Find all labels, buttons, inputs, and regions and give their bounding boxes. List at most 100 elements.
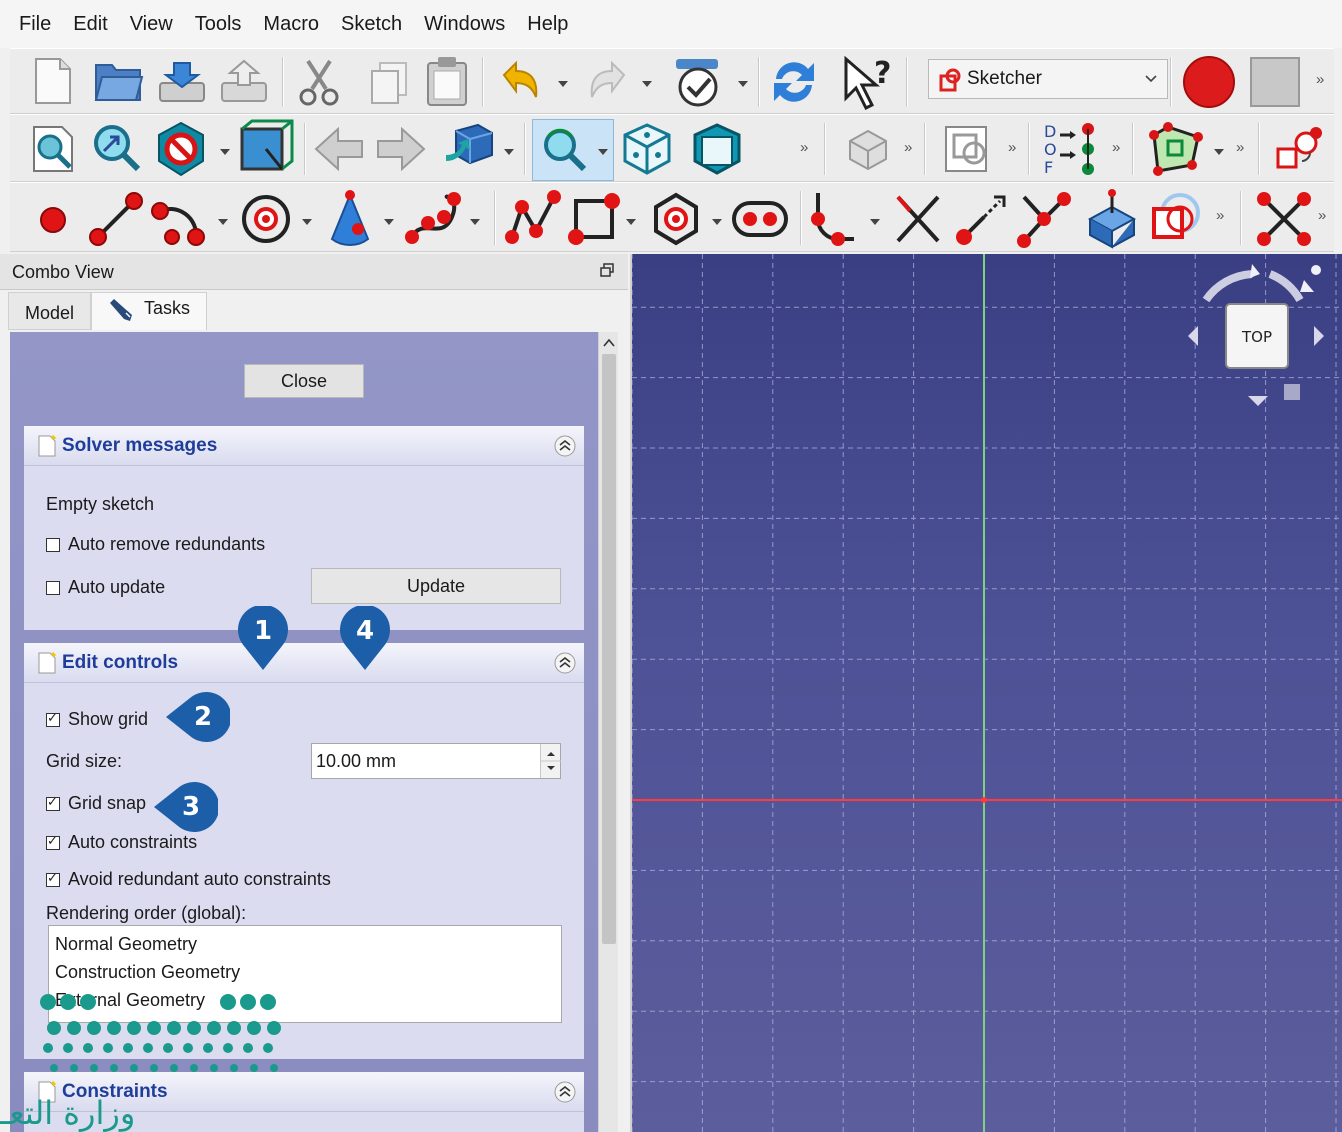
- undo-dropdown-icon[interactable]: [558, 79, 568, 89]
- arc-dropdown-icon[interactable]: [218, 217, 228, 227]
- redo-dropdown-icon[interactable]: [642, 79, 652, 89]
- avoid-redundant-checkbox[interactable]: Avoid redundant auto constraints: [46, 869, 331, 890]
- menu-help[interactable]: Help: [516, 13, 579, 36]
- polygon-dropdown-icon[interactable]: [712, 217, 722, 227]
- update-button[interactable]: Update: [311, 568, 561, 604]
- construction-icon[interactable]: [1254, 189, 1314, 249]
- whats-this-icon[interactable]: ?: [838, 53, 898, 111]
- recompute-dropdown-icon[interactable]: [738, 79, 748, 89]
- slot-icon[interactable]: [730, 197, 790, 241]
- validate-dropdown-icon[interactable]: [1214, 147, 1224, 157]
- task-panel-scrollbar[interactable]: [598, 332, 618, 1132]
- dof-icon[interactable]: DOF: [1040, 119, 1102, 179]
- circle-dropdown-icon[interactable]: [302, 217, 312, 227]
- solver-messages-header[interactable]: Solver messages: [24, 426, 584, 466]
- toolbar-overflow-icon[interactable]: »: [904, 139, 912, 156]
- tab-model[interactable]: Model: [8, 292, 92, 330]
- undo-icon[interactable]: [496, 59, 544, 105]
- menu-edit[interactable]: Edit: [62, 13, 118, 36]
- toolbar-overflow-icon[interactable]: »: [1216, 207, 1224, 224]
- conic-dropdown-icon[interactable]: [384, 217, 394, 227]
- open-file-icon[interactable]: [92, 57, 146, 105]
- workbench-3d-icon[interactable]: [442, 121, 496, 177]
- sync-view-icon[interactable]: [538, 123, 592, 177]
- import-icon[interactable]: [156, 57, 210, 105]
- export-icon[interactable]: [218, 57, 272, 105]
- rectangle-icon[interactable]: [566, 189, 622, 249]
- trim-icon[interactable]: [890, 189, 946, 249]
- scrollbar-thumb[interactable]: [602, 354, 616, 944]
- paste-icon[interactable]: [422, 55, 472, 107]
- grid-snap-checkbox[interactable]: Grid snap: [46, 793, 146, 814]
- menu-windows[interactable]: Windows: [413, 13, 516, 36]
- record-macro-icon[interactable]: [1182, 55, 1236, 109]
- copy-icon[interactable]: [368, 59, 412, 105]
- bspline-dropdown-icon[interactable]: [470, 217, 480, 227]
- bounding-box-icon[interactable]: [236, 119, 294, 177]
- back-icon[interactable]: [314, 127, 364, 171]
- list-item[interactable]: Construction Geometry: [55, 958, 555, 986]
- undock-icon[interactable]: [600, 263, 614, 277]
- refresh-recompute-icon[interactable]: [670, 55, 726, 109]
- tab-tasks[interactable]: Tasks: [91, 292, 208, 330]
- draw-style-icon[interactable]: [154, 121, 208, 177]
- extend-icon[interactable]: [954, 189, 1010, 249]
- redo-icon[interactable]: [584, 59, 632, 105]
- validate-sketch-icon[interactable]: [1146, 121, 1206, 177]
- auto-update-checkbox[interactable]: Auto update: [46, 577, 165, 598]
- constraint-icon[interactable]: [1272, 121, 1328, 177]
- menu-macro[interactable]: Macro: [252, 13, 330, 36]
- line-icon[interactable]: [88, 191, 144, 247]
- edit-controls-header[interactable]: Edit controls: [24, 643, 584, 683]
- forward-icon[interactable]: [376, 127, 426, 171]
- auto-constraints-checkbox[interactable]: Auto constraints: [46, 832, 197, 853]
- spin-buttons[interactable]: [540, 744, 561, 778]
- fillet-dropdown-icon[interactable]: [870, 217, 880, 227]
- close-button[interactable]: Close: [244, 364, 364, 398]
- carbon-copy-icon[interactable]: [1146, 189, 1206, 249]
- new-file-icon[interactable]: [32, 57, 74, 105]
- front-view-icon[interactable]: [690, 121, 744, 177]
- point-icon[interactable]: [38, 205, 68, 235]
- workbench-3d-dropdown-icon[interactable]: [504, 147, 514, 157]
- split-icon[interactable]: [1016, 189, 1072, 249]
- menu-tools[interactable]: Tools: [184, 13, 253, 36]
- toolbar-overflow-icon[interactable]: »: [800, 139, 808, 156]
- fillet-icon[interactable]: [806, 189, 858, 249]
- fit-all-icon[interactable]: [28, 123, 80, 175]
- menu-file[interactable]: File: [8, 13, 62, 36]
- polygon-icon[interactable]: [646, 189, 706, 249]
- new-sketch-icon[interactable]: [840, 123, 892, 175]
- bspline-icon[interactable]: [404, 189, 464, 249]
- conic-icon[interactable]: [322, 189, 378, 249]
- toolbar-overflow-icon[interactable]: »: [1112, 139, 1120, 156]
- scroll-up-icon[interactable]: [603, 338, 615, 348]
- refresh-icon[interactable]: [768, 55, 820, 109]
- toolbar-overflow-icon[interactable]: »: [1318, 207, 1326, 224]
- toolbar-overflow-icon[interactable]: »: [1008, 139, 1016, 156]
- view-section-icon[interactable]: [940, 121, 994, 177]
- polyline-icon[interactable]: [504, 189, 564, 249]
- isometric-view-icon[interactable]: [620, 121, 674, 177]
- rectangle-dropdown-icon[interactable]: [626, 217, 636, 227]
- navigation-cube[interactable]: TOP: [1186, 260, 1326, 410]
- cut-icon[interactable]: [294, 57, 344, 107]
- stop-macro-icon[interactable]: [1250, 57, 1300, 107]
- collapse-icon[interactable]: [554, 435, 576, 457]
- fit-selection-icon[interactable]: [90, 121, 146, 177]
- collapse-icon[interactable]: [554, 1081, 576, 1103]
- menu-view[interactable]: View: [119, 13, 184, 36]
- draw-style-dropdown-icon[interactable]: [220, 147, 230, 157]
- collapse-icon[interactable]: [554, 652, 576, 674]
- workbench-selector[interactable]: Sketcher: [928, 59, 1168, 99]
- list-item[interactable]: Normal Geometry: [55, 930, 555, 958]
- toolbar-overflow-icon[interactable]: »: [1316, 71, 1324, 88]
- sync-view-dropdown-icon[interactable]: [598, 147, 608, 157]
- circle-icon[interactable]: [236, 189, 296, 249]
- grid-size-input[interactable]: 10.00 mm: [311, 743, 561, 779]
- external-geometry-icon[interactable]: [1080, 189, 1142, 249]
- toolbar-overflow-icon[interactable]: »: [1236, 139, 1244, 156]
- show-grid-checkbox[interactable]: Show grid: [46, 709, 148, 730]
- auto-remove-redundants-checkbox[interactable]: Auto remove redundants: [46, 534, 265, 555]
- menu-sketch[interactable]: Sketch: [330, 13, 413, 36]
